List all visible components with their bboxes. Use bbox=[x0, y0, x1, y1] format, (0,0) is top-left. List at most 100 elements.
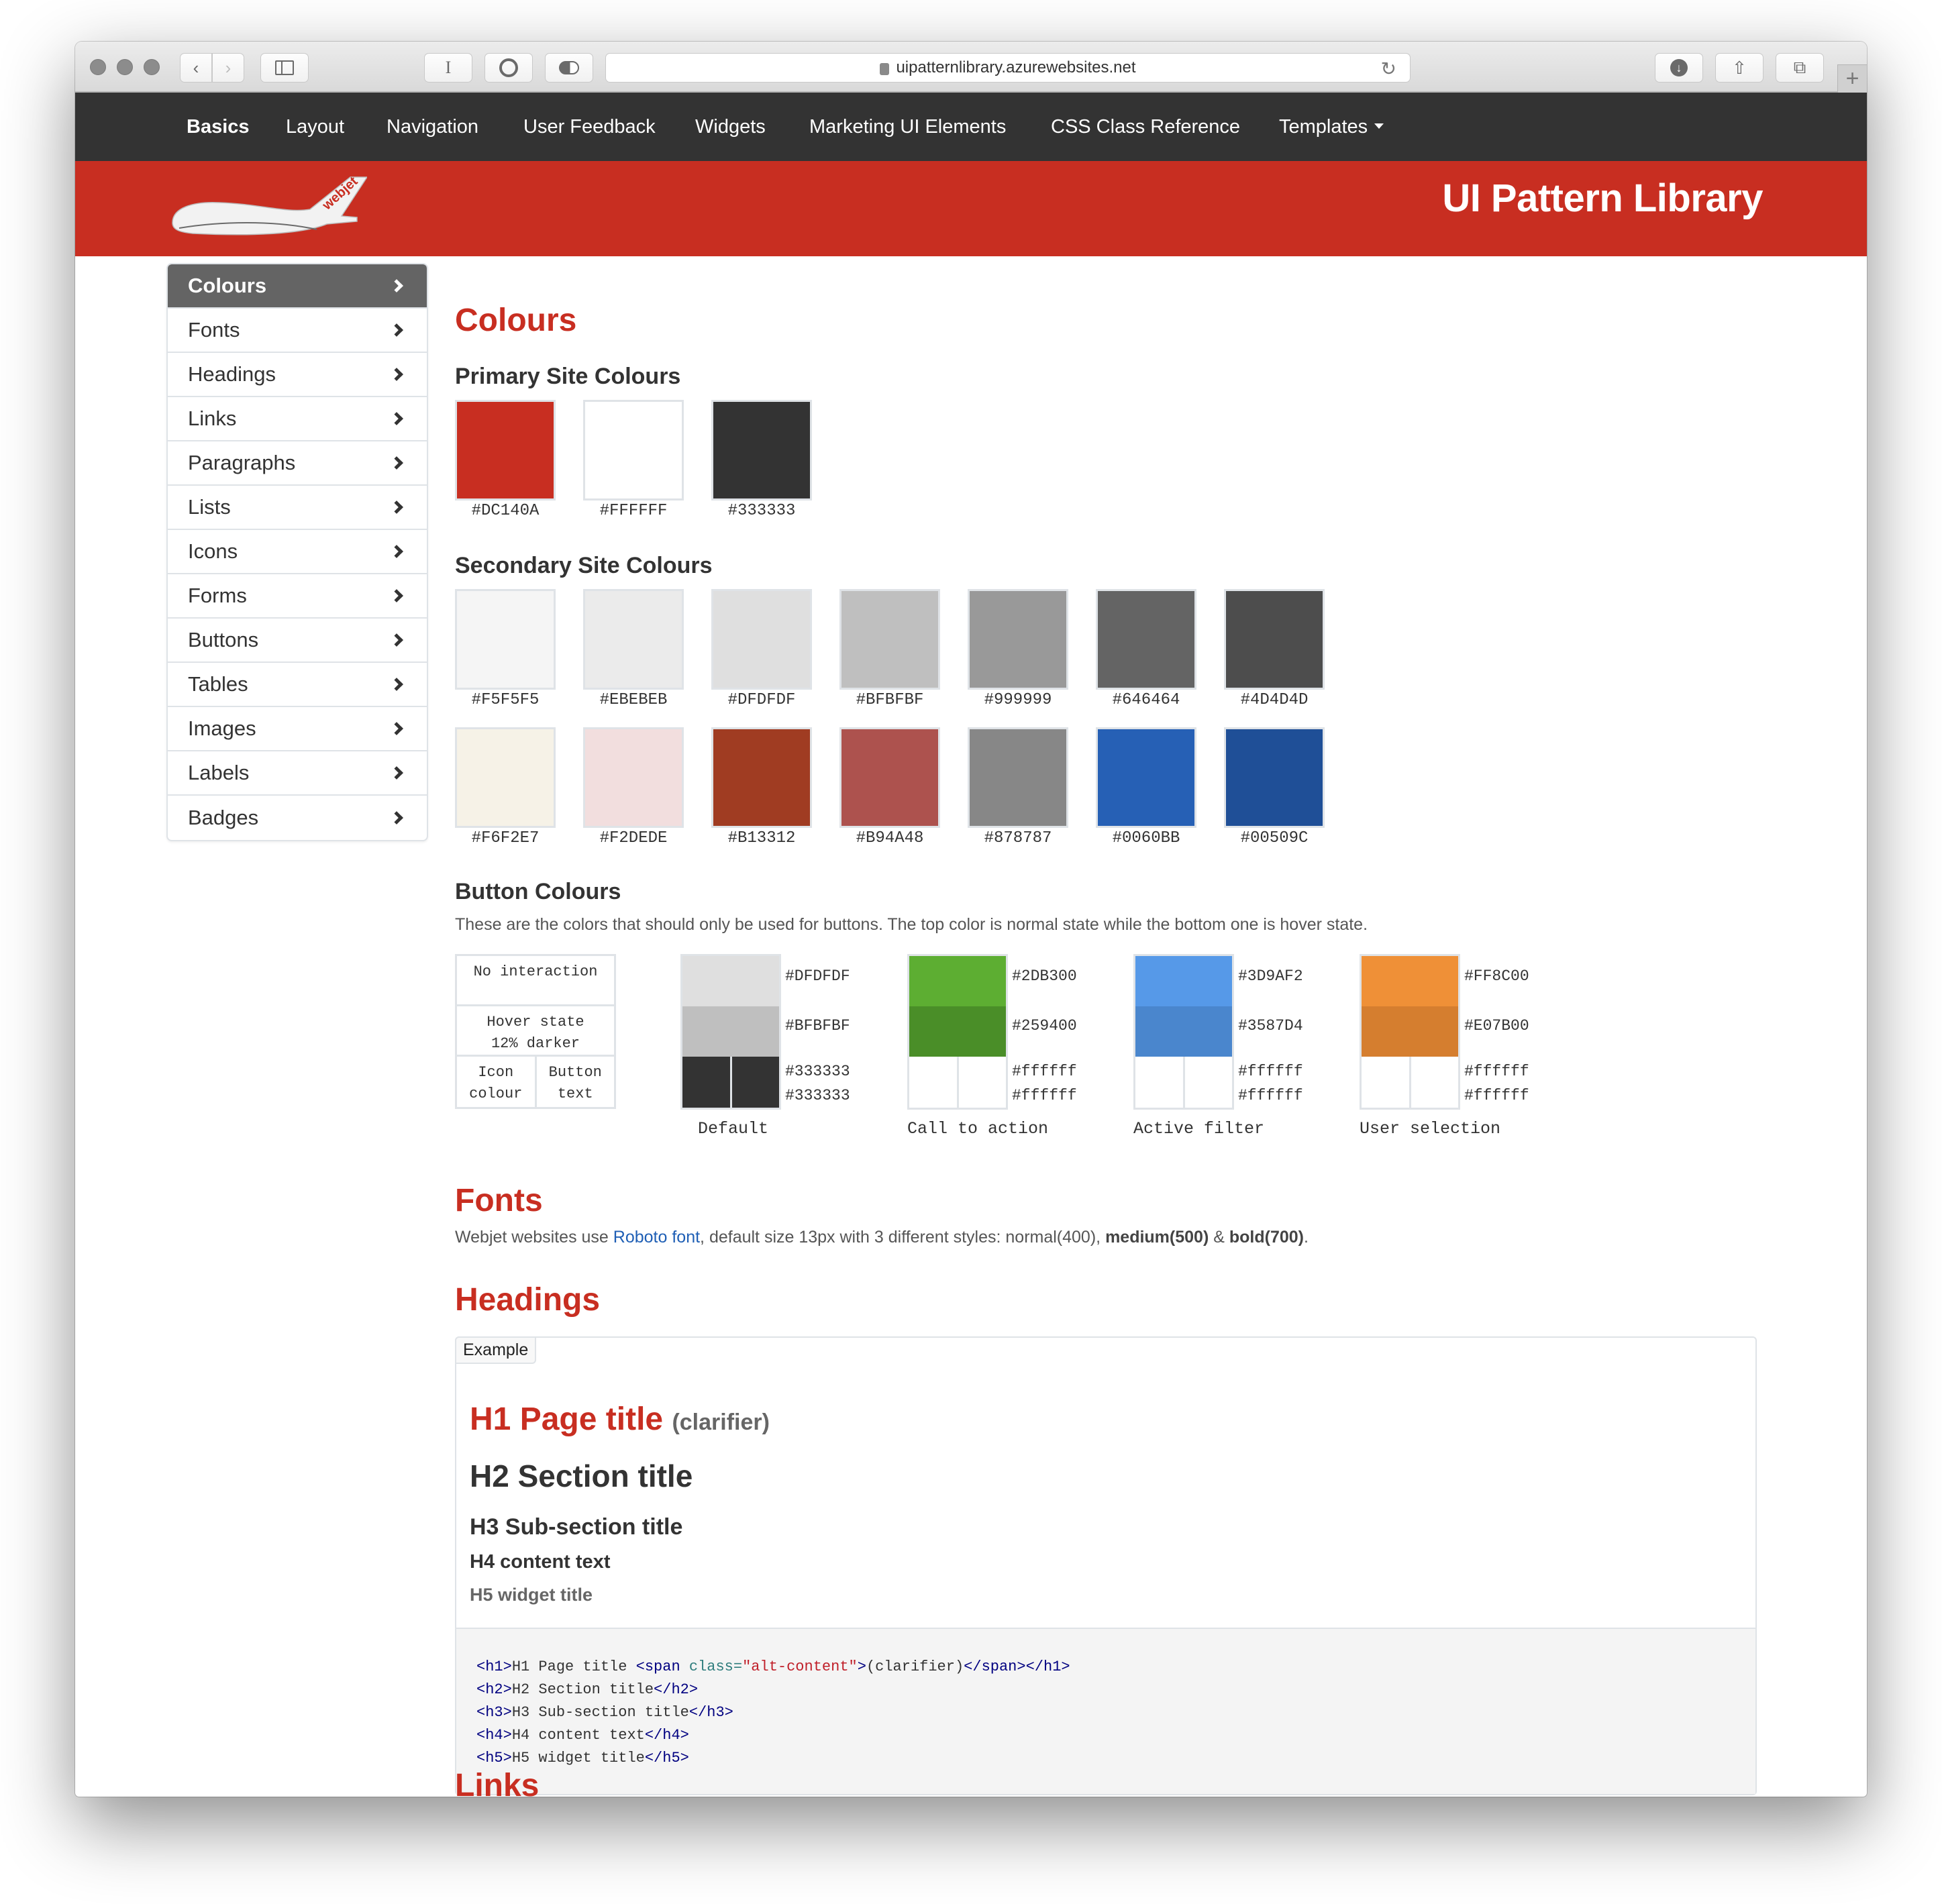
swatch-hex-label: #F5F5F5 bbox=[471, 691, 540, 709]
hover-state-colour bbox=[909, 1006, 1006, 1057]
code-line: <h1>H1 Page title <span class="alt-conte… bbox=[476, 1656, 1735, 1679]
chevron-right-icon bbox=[390, 722, 403, 735]
text-cursor-button[interactable]: I bbox=[424, 53, 472, 83]
sidebar-item-buttons[interactable]: Buttons bbox=[168, 619, 427, 663]
primary-swatch-row: #DC140A #FFFFFF #333333 bbox=[455, 400, 858, 527]
colour-swatch: #878787 bbox=[968, 727, 1068, 847]
sidebar-item-images[interactable]: Images bbox=[168, 707, 427, 751]
icon-colour bbox=[1362, 1057, 1411, 1108]
forward-button[interactable]: › bbox=[212, 53, 244, 83]
sidebar-item-label: Buttons bbox=[188, 628, 259, 651]
caret-down-icon bbox=[1374, 123, 1384, 129]
swatch-hex-label: #4D4D4D bbox=[1240, 691, 1309, 709]
zoom-window-button[interactable] bbox=[144, 59, 160, 75]
new-tab-button[interactable]: + bbox=[1837, 64, 1867, 93]
close-window-button[interactable] bbox=[90, 59, 106, 75]
fonts-description: Webjet websites use Roboto font, default… bbox=[455, 1228, 1309, 1247]
nav-navigation[interactable]: Navigation bbox=[387, 93, 478, 161]
code-tag: </h5> bbox=[644, 1750, 689, 1766]
primary-colours-heading: Primary Site Colours bbox=[455, 364, 681, 389]
code-text: H5 widget title bbox=[511, 1750, 645, 1766]
icon-text-colours bbox=[1135, 1057, 1232, 1108]
sidebar-item-tables[interactable]: Tables bbox=[168, 663, 427, 707]
button-colours-heading: Button Colours bbox=[455, 879, 621, 904]
sidebar-item-label: Headings bbox=[188, 362, 276, 386]
sidebar-item-fonts[interactable]: Fonts bbox=[168, 309, 427, 353]
example-tab[interactable]: Example bbox=[455, 1336, 537, 1364]
nav-layout[interactable]: Layout bbox=[286, 93, 344, 161]
sidebar-item-forms[interactable]: Forms bbox=[168, 574, 427, 619]
fonts-text: Webjet websites use bbox=[455, 1228, 613, 1247]
roboto-font-link[interactable]: Roboto font bbox=[613, 1228, 700, 1247]
back-icon: ‹ bbox=[193, 57, 199, 78]
sidebar-item-colours[interactable]: Colours bbox=[168, 264, 427, 309]
button-colour-stack bbox=[1360, 954, 1460, 1110]
hover-hex: #259400 bbox=[1012, 1017, 1077, 1035]
nav-css-class-reference[interactable]: CSS Class Reference bbox=[1051, 93, 1240, 161]
code-tag: </h4> bbox=[644, 1727, 689, 1744]
minimize-window-button[interactable] bbox=[117, 59, 133, 75]
sidebar-item-labels[interactable]: Labels bbox=[168, 751, 427, 796]
swatch-colour-box bbox=[583, 400, 684, 500]
share-button[interactable]: ⇧ bbox=[1715, 53, 1764, 83]
chevron-right-icon bbox=[390, 545, 403, 558]
chevron-right-icon bbox=[390, 589, 403, 602]
nav-user-feedback[interactable]: User Feedback bbox=[523, 93, 656, 161]
text-colour bbox=[1184, 1057, 1232, 1108]
swatch-hex-label: #F2DEDE bbox=[599, 829, 668, 847]
sidebar-item-label: Labels bbox=[188, 761, 250, 784]
colour-swatch: #333333 bbox=[711, 400, 812, 520]
swatch-colour-box bbox=[1096, 589, 1196, 690]
icon-hex: #ffffff bbox=[1012, 1063, 1077, 1080]
example-h2: H2 Section title bbox=[470, 1459, 693, 1493]
downloads-button[interactable]: ↓ bbox=[1655, 53, 1703, 83]
sidebar-item-headings[interactable]: Headings bbox=[168, 353, 427, 397]
show-tabs-button[interactable]: ⧉ bbox=[1776, 53, 1824, 83]
sidebar-item-paragraphs[interactable]: Paragraphs bbox=[168, 441, 427, 486]
swatch-colour-box bbox=[455, 727, 556, 828]
headings-example-panel: Example H1 Page title (clarifier) H2 Sec… bbox=[455, 1336, 1757, 1795]
sidebar-item-label: Badges bbox=[188, 806, 259, 829]
sidebar-item-links[interactable]: Links bbox=[168, 397, 427, 441]
reload-icon[interactable]: ↻ bbox=[1381, 58, 1396, 80]
swatch-colour-box bbox=[711, 727, 812, 828]
code-tag: <h3> bbox=[476, 1704, 512, 1721]
nav-marketing-ui-elements[interactable]: Marketing UI Elements bbox=[809, 93, 1006, 161]
code-string: "alt-content" bbox=[742, 1658, 858, 1675]
code-tag: </span></h1> bbox=[964, 1658, 1070, 1675]
colour-swatch: #F5F5F5 bbox=[455, 589, 556, 709]
nav-templates-dropdown[interactable]: Templates bbox=[1279, 93, 1384, 161]
password-manager-button[interactable] bbox=[484, 53, 533, 83]
nav-basics[interactable]: Basics bbox=[187, 93, 250, 161]
colour-swatch: #00509C bbox=[1224, 727, 1325, 847]
colour-swatch: #B13312 bbox=[711, 727, 812, 847]
code-tag: <h1> bbox=[476, 1658, 512, 1675]
sidebar-item-lists[interactable]: Lists bbox=[168, 486, 427, 530]
toggle-extension-button[interactable] bbox=[545, 53, 593, 83]
normal-hex: #2DB300 bbox=[1012, 967, 1077, 985]
back-button[interactable]: ‹ bbox=[180, 53, 212, 83]
sidebar-item-label: Tables bbox=[188, 672, 248, 696]
address-bar[interactable]: uipatternlibrary.azurewebsites.net ↻ bbox=[605, 53, 1411, 83]
hover-state-colour bbox=[682, 1006, 779, 1057]
swatch-colour-box bbox=[455, 589, 556, 690]
button-group-name: Active filter bbox=[1133, 1119, 1265, 1139]
icon-hex: #ffffff bbox=[1464, 1063, 1529, 1080]
sidebar-item-badges[interactable]: Badges bbox=[168, 796, 427, 840]
button-colour-group: #DFDFDF #BFBFBF #333333 #333333 Default bbox=[680, 954, 882, 1139]
sidebar-item-label: Icons bbox=[188, 539, 238, 563]
links-heading-partial: Links bbox=[455, 1768, 540, 1797]
code-line: <h3>H3 Sub-section title</h3> bbox=[476, 1701, 1735, 1724]
icon-colour bbox=[1135, 1057, 1185, 1108]
sidebar-toggle-button[interactable] bbox=[260, 53, 309, 83]
button-colour-groups: #DFDFDF #BFBFBF #333333 #333333 Default #2DB3… bbox=[455, 954, 1529, 1155]
colour-swatch: #0060BB bbox=[1096, 727, 1196, 847]
icon-colour bbox=[682, 1057, 732, 1108]
nav-widgets[interactable]: Widgets bbox=[695, 93, 766, 161]
example-preview: H1 Page title (clarifier) H2 Section tit… bbox=[456, 1338, 1755, 1628]
nav-templates-label: Templates bbox=[1279, 116, 1368, 138]
webjet-logo[interactable]: webjet bbox=[166, 174, 367, 242]
chevron-right-icon bbox=[390, 323, 403, 337]
download-icon: ↓ bbox=[1670, 59, 1688, 76]
sidebar-item-icons[interactable]: Icons bbox=[168, 530, 427, 574]
